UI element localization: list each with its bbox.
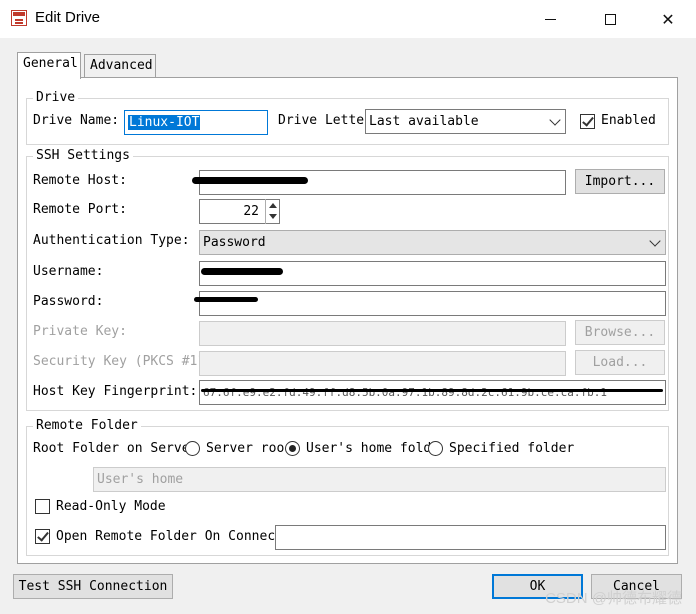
fingerprint-input[interactable]: 67:6f:e9:e2:fd:49:ff:d8:5b:0a:97:1b:89:8…: [199, 380, 666, 405]
drive-name-input[interactable]: Linux-IOT: [124, 110, 268, 135]
open-on-connect-checkbox[interactable]: [35, 529, 50, 544]
radio-specified-folder-label: Specified folder: [449, 441, 575, 456]
spin-up-icon[interactable]: [266, 200, 279, 211]
chevron-down-icon: [649, 235, 661, 247]
remote-port-label: Remote Port:: [33, 202, 127, 217]
spin-down-icon[interactable]: [266, 211, 279, 222]
readonly-checkbox[interactable]: [35, 499, 50, 514]
redaction-mark: [194, 297, 258, 302]
drive-legend: Drive: [33, 90, 79, 106]
radio-users-home-label: User's home fold: [306, 441, 432, 456]
remote-path-input[interactable]: User's home: [93, 467, 666, 492]
ssh-settings-legend: SSH Settings: [33, 148, 133, 164]
private-key-label: Private Key:: [33, 324, 127, 339]
private-key-input[interactable]: [199, 321, 566, 346]
password-label: Password:: [33, 294, 104, 309]
test-ssh-connection-button[interactable]: Test SSH Connection: [13, 574, 173, 599]
drive-name-value: Linux-IOT: [128, 115, 201, 130]
radio-users-home[interactable]: [285, 441, 300, 456]
radio-specified-folder[interactable]: [428, 441, 443, 456]
import-button[interactable]: Import...: [575, 169, 665, 194]
security-key-label: Security Key (PKCS #11):: [33, 354, 221, 369]
auth-type-select[interactable]: Password: [199, 230, 666, 255]
password-input[interactable]: [199, 291, 666, 316]
readonly-label: Read-Only Mode: [56, 499, 166, 514]
drive-letter-select[interactable]: Last available: [365, 109, 566, 134]
redaction-mark: [201, 268, 283, 275]
minimize-icon: [544, 18, 556, 20]
auth-type-value: Password: [203, 235, 266, 250]
maximize-button[interactable]: [587, 0, 633, 38]
drive-letter-value: Last available: [369, 114, 479, 129]
maximize-icon: [604, 13, 616, 25]
fingerprint-value: 67:6f:e9:e2:fd:49:ff:d8:5b:0a:97:1b:89:8…: [203, 386, 607, 399]
tab-general-label: General: [23, 56, 78, 71]
open-on-connect-input[interactable]: [275, 525, 666, 550]
enabled-checkbox[interactable]: [580, 114, 595, 129]
window-title: Edit Drive: [35, 9, 101, 26]
redaction-mark: [192, 177, 308, 184]
radio-server-root[interactable]: [185, 441, 200, 456]
root-folder-label: Root Folder on Serve: [33, 441, 190, 456]
drive-name-label: Drive Name:: [33, 113, 120, 128]
enabled-label: Enabled: [601, 113, 656, 128]
drive-letter-label: Drive Letter: [278, 113, 372, 128]
sftp-drive-icon: [11, 10, 27, 26]
remote-port-value: 22: [243, 204, 259, 219]
tab-advanced[interactable]: Advanced: [84, 54, 156, 78]
general-panel: Drive Drive Name: Linux-IOT Drive Letter…: [17, 77, 678, 564]
remote-path-value: User's home: [97, 472, 184, 487]
radio-server-root-label: Server roo: [206, 441, 285, 456]
close-button[interactable]: ✕: [645, 0, 691, 38]
tab-advanced-label: Advanced: [90, 58, 153, 73]
load-button[interactable]: Load...: [575, 350, 665, 375]
fingerprint-label: Host Key Fingerprint:: [33, 384, 198, 399]
remote-host-label: Remote Host:: [33, 173, 127, 188]
username-label: Username:: [33, 264, 104, 279]
security-key-input[interactable]: [199, 351, 566, 376]
close-icon: ✕: [661, 9, 675, 29]
redaction-mark: [201, 389, 663, 392]
minimize-button[interactable]: [527, 0, 573, 38]
auth-type-label: Authentication Type:: [33, 233, 190, 248]
title-bar: Edit Drive ✕: [0, 0, 696, 38]
tab-general[interactable]: General: [17, 52, 81, 79]
browse-button[interactable]: Browse...: [575, 320, 665, 345]
port-spinner[interactable]: [265, 199, 279, 224]
watermark: CSDN @帅德布耀德: [545, 590, 682, 607]
chevron-down-icon: [549, 114, 561, 126]
open-on-connect-label: Open Remote Folder On Connect:: [56, 529, 291, 544]
remote-folder-legend: Remote Folder: [33, 418, 141, 434]
